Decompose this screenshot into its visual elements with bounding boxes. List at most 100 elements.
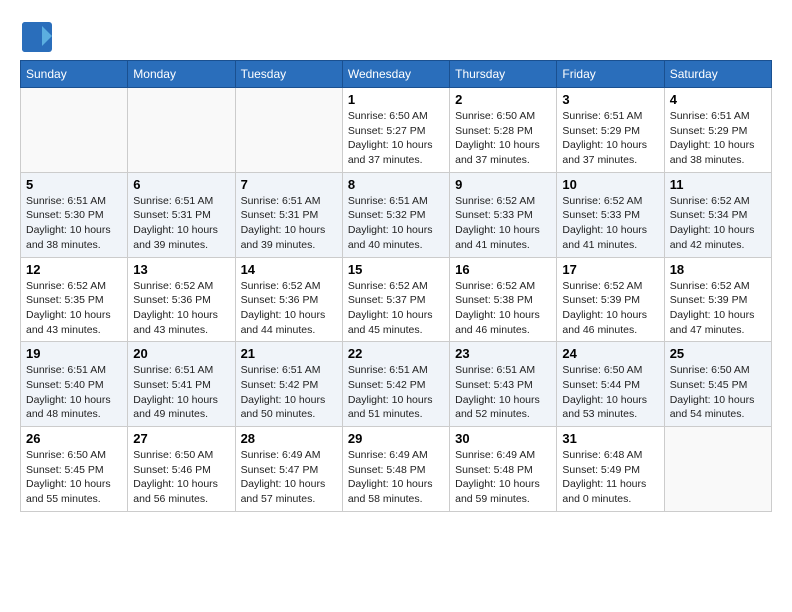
day-number: 13 bbox=[133, 262, 229, 277]
day-info: Sunrise: 6:52 AM Sunset: 5:34 PM Dayligh… bbox=[670, 194, 766, 253]
day-number: 28 bbox=[241, 431, 337, 446]
day-info: Sunrise: 6:51 AM Sunset: 5:32 PM Dayligh… bbox=[348, 194, 444, 253]
day-info: Sunrise: 6:52 AM Sunset: 5:36 PM Dayligh… bbox=[241, 279, 337, 338]
day-number: 21 bbox=[241, 346, 337, 361]
day-number: 8 bbox=[348, 177, 444, 192]
weekday-header-saturday: Saturday bbox=[664, 61, 771, 88]
calendar-cell bbox=[664, 427, 771, 512]
day-number: 7 bbox=[241, 177, 337, 192]
weekday-header-monday: Monday bbox=[128, 61, 235, 88]
day-number: 9 bbox=[455, 177, 551, 192]
day-info: Sunrise: 6:48 AM Sunset: 5:49 PM Dayligh… bbox=[562, 448, 658, 507]
day-number: 14 bbox=[241, 262, 337, 277]
day-info: Sunrise: 6:51 AM Sunset: 5:30 PM Dayligh… bbox=[26, 194, 122, 253]
day-number: 1 bbox=[348, 92, 444, 107]
calendar-cell: 4 Sunrise: 6:51 AM Sunset: 5:29 PM Daylig… bbox=[664, 88, 771, 173]
day-number: 27 bbox=[133, 431, 229, 446]
day-info: Sunrise: 6:51 AM Sunset: 5:42 PM Dayligh… bbox=[241, 363, 337, 422]
calendar-cell: 22Sunrise: 6:51 AM Sunset: 5:42 PM Dayli… bbox=[342, 342, 449, 427]
calendar-cell: 21 Sunrise: 6:51 AM Sunset: 5:42 PM Dayli… bbox=[235, 342, 342, 427]
day-info: Sunrise: 6:51 AM Sunset: 5:42 PM Dayligh… bbox=[348, 363, 444, 422]
day-info: Sunrise: 6:49 AM Sunset: 5:47 PM Dayligh… bbox=[241, 448, 337, 507]
day-info: Sunrise: 6:51 AM Sunset: 5:43 PM Dayligh… bbox=[455, 363, 551, 422]
calendar-cell: 27 Sunrise: 6:50 AM Sunset: 5:46 PM Dayli… bbox=[128, 427, 235, 512]
day-info: Sunrise: 6:50 AM Sunset: 5:44 PM Dayligh… bbox=[562, 363, 658, 422]
day-number: 2 bbox=[455, 92, 551, 107]
calendar-cell: 29Sunrise: 6:49 AM Sunset: 5:48 PM Dayli… bbox=[342, 427, 449, 512]
calendar-cell bbox=[235, 88, 342, 173]
day-info: Sunrise: 6:51 AM Sunset: 5:41 PM Dayligh… bbox=[133, 363, 229, 422]
calendar-week-3: 12Sunrise: 6:52 AM Sunset: 5:35 PM Dayli… bbox=[21, 257, 772, 342]
calendar-cell: 9 Sunrise: 6:52 AM Sunset: 5:33 PM Daylig… bbox=[450, 172, 557, 257]
day-number: 20 bbox=[133, 346, 229, 361]
calendar-week-1: 1 Sunrise: 6:50 AM Sunset: 5:27 PM Daylig… bbox=[21, 88, 772, 173]
calendar-cell: 23Sunrise: 6:51 AM Sunset: 5:43 PM Dayli… bbox=[450, 342, 557, 427]
calendar-cell: 17 Sunrise: 6:52 AM Sunset: 5:39 PM Dayli… bbox=[557, 257, 664, 342]
calendar-cell: 7 Sunrise: 6:51 AM Sunset: 5:31 PM Daylig… bbox=[235, 172, 342, 257]
day-number: 3 bbox=[562, 92, 658, 107]
calendar-cell: 30 Sunrise: 6:49 AM Sunset: 5:48 PM Dayli… bbox=[450, 427, 557, 512]
day-info: Sunrise: 6:52 AM Sunset: 5:39 PM Dayligh… bbox=[670, 279, 766, 338]
day-number: 19 bbox=[26, 346, 122, 361]
day-info: Sunrise: 6:50 AM Sunset: 5:45 PM Dayligh… bbox=[670, 363, 766, 422]
day-number: 4 bbox=[670, 92, 766, 107]
day-info: Sunrise: 6:52 AM Sunset: 5:39 PM Dayligh… bbox=[562, 279, 658, 338]
day-number: 11 bbox=[670, 177, 766, 192]
day-number: 12 bbox=[26, 262, 122, 277]
calendar-cell: 31 Sunrise: 6:48 AM Sunset: 5:49 PM Dayli… bbox=[557, 427, 664, 512]
day-number: 26 bbox=[26, 431, 122, 446]
weekday-header-wednesday: Wednesday bbox=[342, 61, 449, 88]
logo-icon bbox=[20, 20, 50, 50]
day-info: Sunrise: 6:50 AM Sunset: 5:46 PM Dayligh… bbox=[133, 448, 229, 507]
calendar-cell: 13Sunrise: 6:52 AM Sunset: 5:36 PM Dayli… bbox=[128, 257, 235, 342]
day-number: 29 bbox=[348, 431, 444, 446]
day-number: 18 bbox=[670, 262, 766, 277]
weekday-header-thursday: Thursday bbox=[450, 61, 557, 88]
day-info: Sunrise: 6:51 AM Sunset: 5:29 PM Dayligh… bbox=[562, 109, 658, 168]
calendar-cell: 1 Sunrise: 6:50 AM Sunset: 5:27 PM Daylig… bbox=[342, 88, 449, 173]
day-info: Sunrise: 6:51 AM Sunset: 5:31 PM Dayligh… bbox=[241, 194, 337, 253]
calendar-cell: 3 Sunrise: 6:51 AM Sunset: 5:29 PM Daylig… bbox=[557, 88, 664, 173]
calendar-cell: 10 Sunrise: 6:52 AM Sunset: 5:33 PM Dayli… bbox=[557, 172, 664, 257]
day-number: 15 bbox=[348, 262, 444, 277]
day-info: Sunrise: 6:50 AM Sunset: 5:28 PM Dayligh… bbox=[455, 109, 551, 168]
day-number: 30 bbox=[455, 431, 551, 446]
day-info: Sunrise: 6:52 AM Sunset: 5:37 PM Dayligh… bbox=[348, 279, 444, 338]
calendar-cell bbox=[128, 88, 235, 173]
calendar-cell: 11 Sunrise: 6:52 AM Sunset: 5:34 PM Dayli… bbox=[664, 172, 771, 257]
calendar-cell: 5 Sunrise: 6:51 AM Sunset: 5:30 PM Daylig… bbox=[21, 172, 128, 257]
calendar-week-2: 5 Sunrise: 6:51 AM Sunset: 5:30 PM Daylig… bbox=[21, 172, 772, 257]
weekday-header-tuesday: Tuesday bbox=[235, 61, 342, 88]
day-number: 5 bbox=[26, 177, 122, 192]
calendar-cell bbox=[21, 88, 128, 173]
calendar-table: SundayMondayTuesdayWednesdayThursdayFrid… bbox=[20, 60, 772, 512]
day-info: Sunrise: 6:52 AM Sunset: 5:33 PM Dayligh… bbox=[455, 194, 551, 253]
calendar-cell: 19 Sunrise: 6:51 AM Sunset: 5:40 PM Dayli… bbox=[21, 342, 128, 427]
day-number: 25 bbox=[670, 346, 766, 361]
logo bbox=[20, 20, 54, 50]
calendar-cell: 8 Sunrise: 6:51 AM Sunset: 5:32 PM Daylig… bbox=[342, 172, 449, 257]
day-info: Sunrise: 6:51 AM Sunset: 5:29 PM Dayligh… bbox=[670, 109, 766, 168]
day-info: Sunrise: 6:52 AM Sunset: 5:38 PM Dayligh… bbox=[455, 279, 551, 338]
calendar-cell: 16 Sunrise: 6:52 AM Sunset: 5:38 PM Dayli… bbox=[450, 257, 557, 342]
calendar-cell: 15 Sunrise: 6:52 AM Sunset: 5:37 PM Dayli… bbox=[342, 257, 449, 342]
day-info: Sunrise: 6:51 AM Sunset: 5:40 PM Dayligh… bbox=[26, 363, 122, 422]
day-info: Sunrise: 6:49 AM Sunset: 5:48 PM Dayligh… bbox=[455, 448, 551, 507]
day-number: 16 bbox=[455, 262, 551, 277]
day-info: Sunrise: 6:50 AM Sunset: 5:45 PM Dayligh… bbox=[26, 448, 122, 507]
day-number: 10 bbox=[562, 177, 658, 192]
calendar-cell: 25 Sunrise: 6:50 AM Sunset: 5:45 PM Dayli… bbox=[664, 342, 771, 427]
day-info: Sunrise: 6:50 AM Sunset: 5:27 PM Dayligh… bbox=[348, 109, 444, 168]
weekday-header-friday: Friday bbox=[557, 61, 664, 88]
calendar-cell: 28 Sunrise: 6:49 AM Sunset: 5:47 PM Dayli… bbox=[235, 427, 342, 512]
calendar-cell: 24 Sunrise: 6:50 AM Sunset: 5:44 PM Dayli… bbox=[557, 342, 664, 427]
day-number: 6 bbox=[133, 177, 229, 192]
calendar-week-5: 26 Sunrise: 6:50 AM Sunset: 5:45 PM Dayli… bbox=[21, 427, 772, 512]
day-info: Sunrise: 6:52 AM Sunset: 5:33 PM Dayligh… bbox=[562, 194, 658, 253]
calendar-week-4: 19 Sunrise: 6:51 AM Sunset: 5:40 PM Dayli… bbox=[21, 342, 772, 427]
calendar-cell: 26 Sunrise: 6:50 AM Sunset: 5:45 PM Dayli… bbox=[21, 427, 128, 512]
calendar-cell: 2 Sunrise: 6:50 AM Sunset: 5:28 PM Daylig… bbox=[450, 88, 557, 173]
day-number: 24 bbox=[562, 346, 658, 361]
day-number: 31 bbox=[562, 431, 658, 446]
day-number: 17 bbox=[562, 262, 658, 277]
